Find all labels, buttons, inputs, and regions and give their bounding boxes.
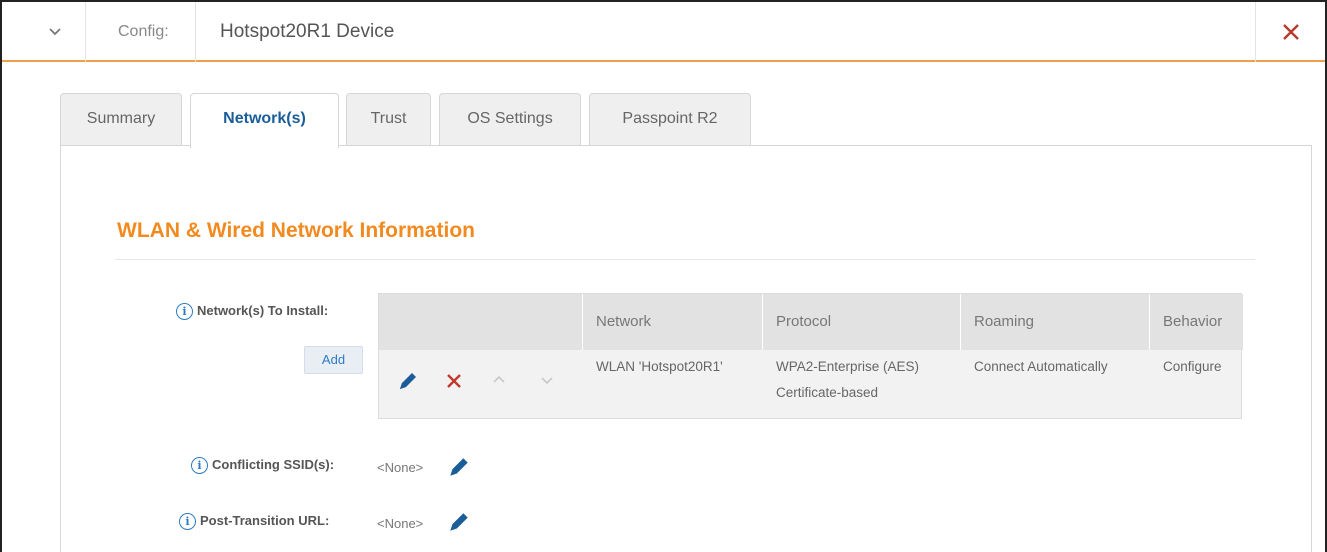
delete-x-icon[interactable] <box>445 372 463 390</box>
cell-roaming: Connect Automatically <box>974 359 1108 374</box>
conflicting-ssids-label: i Conflicting SSID(s): <box>191 457 335 475</box>
tab-trust[interactable]: Trust <box>346 93 431 146</box>
config-header: Config: Hotspot20R1 Device <box>2 2 1325 62</box>
column-header-roaming[interactable]: Roaming <box>961 294 1150 350</box>
config-label: Config: <box>86 2 196 62</box>
cell-behavior: Configure <box>1163 359 1222 374</box>
cell-protocol-line1: WPA2-Enterprise (AES) <box>776 359 920 374</box>
conflicting-ssids-value: <None> <box>377 460 424 475</box>
post-transition-url-label: i Post-Transition URL: <box>179 513 330 531</box>
tab-os-settings[interactable]: OS Settings <box>439 93 581 146</box>
info-icon[interactable]: i <box>179 513 196 531</box>
config-title: Hotspot20R1 Device <box>220 21 395 42</box>
chevron-up-icon[interactable] <box>491 374 507 386</box>
info-icon[interactable]: i <box>176 303 193 321</box>
tab-networks[interactable]: Network(s) <box>190 93 339 148</box>
networks-table: Network Protocol Roaming Behavior WLAN '… <box>378 293 1243 419</box>
post-transition-url-text: Post-Transition URL: <box>200 513 330 528</box>
pencil-icon[interactable] <box>397 370 419 392</box>
networks-to-install-text: Network(s) To Install: <box>197 303 329 318</box>
chevron-down-icon[interactable] <box>539 374 555 386</box>
pencil-icon[interactable] <box>447 510 471 534</box>
tab-summary[interactable]: Summary <box>60 93 182 146</box>
column-header-behavior[interactable]: Behavior <box>1150 294 1243 350</box>
column-header-protocol[interactable]: Protocol <box>763 294 961 350</box>
collapse-toggle[interactable] <box>26 2 86 62</box>
cell-protocol: WPA2-Enterprise (AES) Certificate-based <box>763 354 961 406</box>
tab-passpoint-r2[interactable]: Passpoint R2 <box>589 93 751 146</box>
section-divider <box>115 259 1255 260</box>
close-icon <box>1283 24 1299 40</box>
add-network-button[interactable]: Add <box>304 346 363 374</box>
column-header-actions <box>379 294 583 350</box>
pencil-icon[interactable] <box>447 455 471 479</box>
chevron-down-icon <box>49 28 61 36</box>
post-transition-url-value: <None> <box>377 516 424 531</box>
networks-to-install-label: i Network(s) To Install: <box>176 303 329 321</box>
cell-network: WLAN 'Hotspot20R1' <box>596 359 723 374</box>
info-icon[interactable]: i <box>191 457 208 475</box>
cell-protocol-line2: Certificate-based <box>776 385 879 400</box>
section-title: WLAN & Wired Network Information <box>117 219 475 242</box>
conflicting-ssids-text: Conflicting SSID(s): <box>212 457 335 472</box>
column-header-network[interactable]: Network <box>583 294 763 350</box>
close-button[interactable] <box>1255 2 1325 62</box>
